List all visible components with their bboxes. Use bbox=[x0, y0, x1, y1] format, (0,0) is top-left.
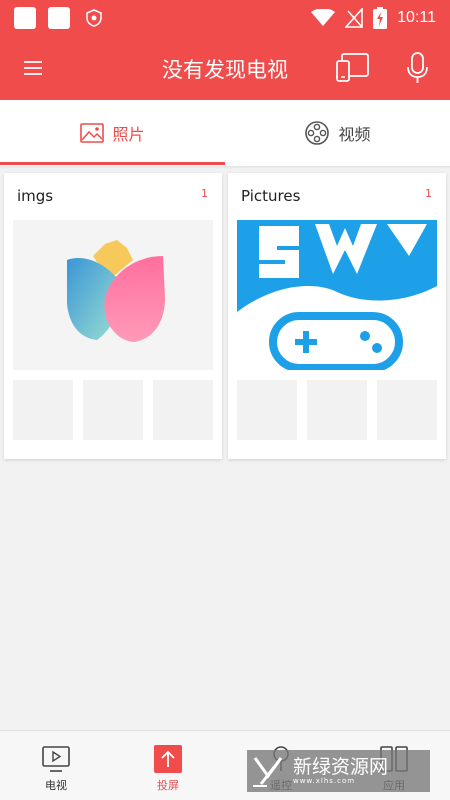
notification-square-icon bbox=[48, 7, 70, 29]
tab-videos-label: 视频 bbox=[338, 125, 371, 144]
tv-play-icon bbox=[42, 746, 70, 772]
app-bar: 没有发现电视 bbox=[0, 36, 450, 100]
album-cover[interactable] bbox=[13, 220, 213, 370]
image-icon bbox=[80, 123, 105, 143]
no-signal-icon bbox=[345, 8, 363, 28]
tab-videos[interactable]: 视频 bbox=[225, 100, 450, 166]
album-thumbnail[interactable] bbox=[83, 380, 143, 440]
page-title: 没有发现电视 bbox=[162, 58, 288, 82]
album-thumbnail[interactable] bbox=[13, 380, 73, 440]
album-thumbnail[interactable] bbox=[377, 380, 437, 440]
active-tab-indicator bbox=[0, 162, 225, 165]
album-card-imgs[interactable]: imgs 1 bbox=[4, 173, 222, 459]
media-tabs: 照片 视频 bbox=[0, 100, 450, 166]
watermark-text: 新绿资源网 bbox=[293, 756, 389, 778]
album-name: Pictures bbox=[241, 187, 301, 205]
watermark: 新绿资源网 www.xlhs.com bbox=[247, 750, 430, 792]
cast-upload-icon bbox=[154, 745, 182, 773]
status-time: 10:11 bbox=[397, 9, 436, 26]
game-logo bbox=[237, 220, 437, 370]
album-cover[interactable] bbox=[237, 220, 437, 370]
album-thumbnail[interactable] bbox=[153, 380, 213, 440]
album-thumbnail[interactable] bbox=[237, 380, 297, 440]
tab-photos-label: 照片 bbox=[112, 125, 145, 144]
nav-label: 投屏 bbox=[157, 779, 179, 792]
album-name: imgs bbox=[17, 187, 54, 205]
microphone-icon[interactable] bbox=[402, 50, 434, 86]
notification-square-icon bbox=[14, 7, 36, 29]
shield-icon bbox=[86, 9, 102, 27]
watermark-logo bbox=[253, 757, 283, 787]
film-reel-icon bbox=[305, 121, 330, 145]
status-bar: 10:11 bbox=[0, 0, 450, 36]
album-thumbnail[interactable] bbox=[307, 380, 367, 440]
tv-connect-icon[interactable] bbox=[334, 50, 372, 86]
album-card-pictures[interactable]: Pictures 1 bbox=[228, 173, 446, 459]
nav-label: 电视 bbox=[45, 779, 67, 792]
divider bbox=[0, 166, 450, 169]
tab-photos[interactable]: 照片 bbox=[0, 100, 225, 166]
watermark-sub: www.xlhs.com bbox=[293, 777, 356, 785]
battery-charging-icon bbox=[373, 7, 388, 29]
wifi-icon bbox=[311, 9, 336, 26]
nav-item-tv[interactable]: 电视 bbox=[0, 731, 112, 800]
tulip-logo bbox=[67, 240, 165, 342]
album-count: 1 bbox=[425, 187, 432, 200]
album-count: 1 bbox=[201, 187, 208, 200]
nav-item-cast[interactable]: 投屏 bbox=[112, 731, 224, 800]
